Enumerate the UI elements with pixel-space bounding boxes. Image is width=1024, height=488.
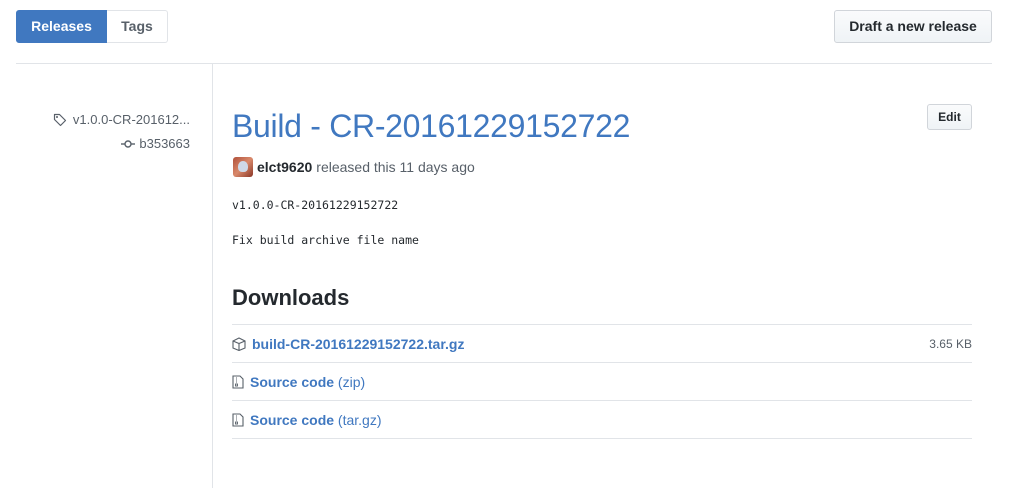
download-name: build-CR-20161229152722.tar.gz <box>252 335 465 352</box>
release-body-line: v1.0.0-CR-20161229152722 <box>232 198 399 212</box>
edit-button[interactable]: Edit <box>927 104 972 130</box>
commit-icon <box>121 139 136 149</box>
release-tag-link[interactable]: v1.0.0-CR-201612... <box>53 112 190 127</box>
tag-icon <box>53 113 67 127</box>
release-body-line: Fix build archive file name <box>232 233 419 247</box>
download-size: 3.65 KB <box>929 336 972 351</box>
author-link[interactable]: elct9620 <box>257 159 312 175</box>
tag-label: v1.0.0-CR-201612... <box>72 112 190 127</box>
download-item: Source code (tar.gz) <box>232 401 972 439</box>
downloads-heading: Downloads <box>232 285 350 310</box>
commit-label: b353663 <box>139 136 190 151</box>
download-link[interactable]: build-CR-20161229152722.tar.gz <box>252 336 464 352</box>
source-targz-link[interactable]: Source code (tar.gz) <box>250 412 382 428</box>
downloads-list: build-CR-20161229152722.tar.gz 3.65 KB S… <box>232 324 972 439</box>
file-zip-icon <box>232 374 244 389</box>
tab-releases[interactable]: Releases <box>16 10 107 43</box>
header-divider <box>16 63 992 64</box>
release-authorship: elct9620 released this 11 days ago <box>233 157 475 177</box>
tab-tags[interactable]: Tags <box>107 10 168 43</box>
releases-subnav: Releases Tags <box>16 10 168 43</box>
release-commit-link[interactable]: b353663 <box>121 136 190 151</box>
download-format: (tar.gz) <box>337 411 382 428</box>
download-item: Source code (zip) <box>232 363 972 401</box>
download-format: (zip) <box>337 373 366 390</box>
draft-release-button[interactable]: Draft a new release <box>834 10 992 43</box>
download-item: build-CR-20161229152722.tar.gz 3.65 KB <box>232 325 972 363</box>
release-title[interactable]: Build - CR-20161229152722 <box>232 108 630 145</box>
source-zip-link[interactable]: Source code (zip) <box>250 374 365 390</box>
package-icon <box>232 336 246 351</box>
avatar[interactable] <box>233 157 253 177</box>
released-text: released this 11 days ago <box>316 159 475 175</box>
meta-divider <box>212 64 213 488</box>
download-name: Source code <box>250 373 335 390</box>
release-page: Releases Tags Draft a new release v1.0.0… <box>0 0 1024 488</box>
file-zip-icon <box>232 412 244 427</box>
download-name: Source code <box>250 411 335 428</box>
